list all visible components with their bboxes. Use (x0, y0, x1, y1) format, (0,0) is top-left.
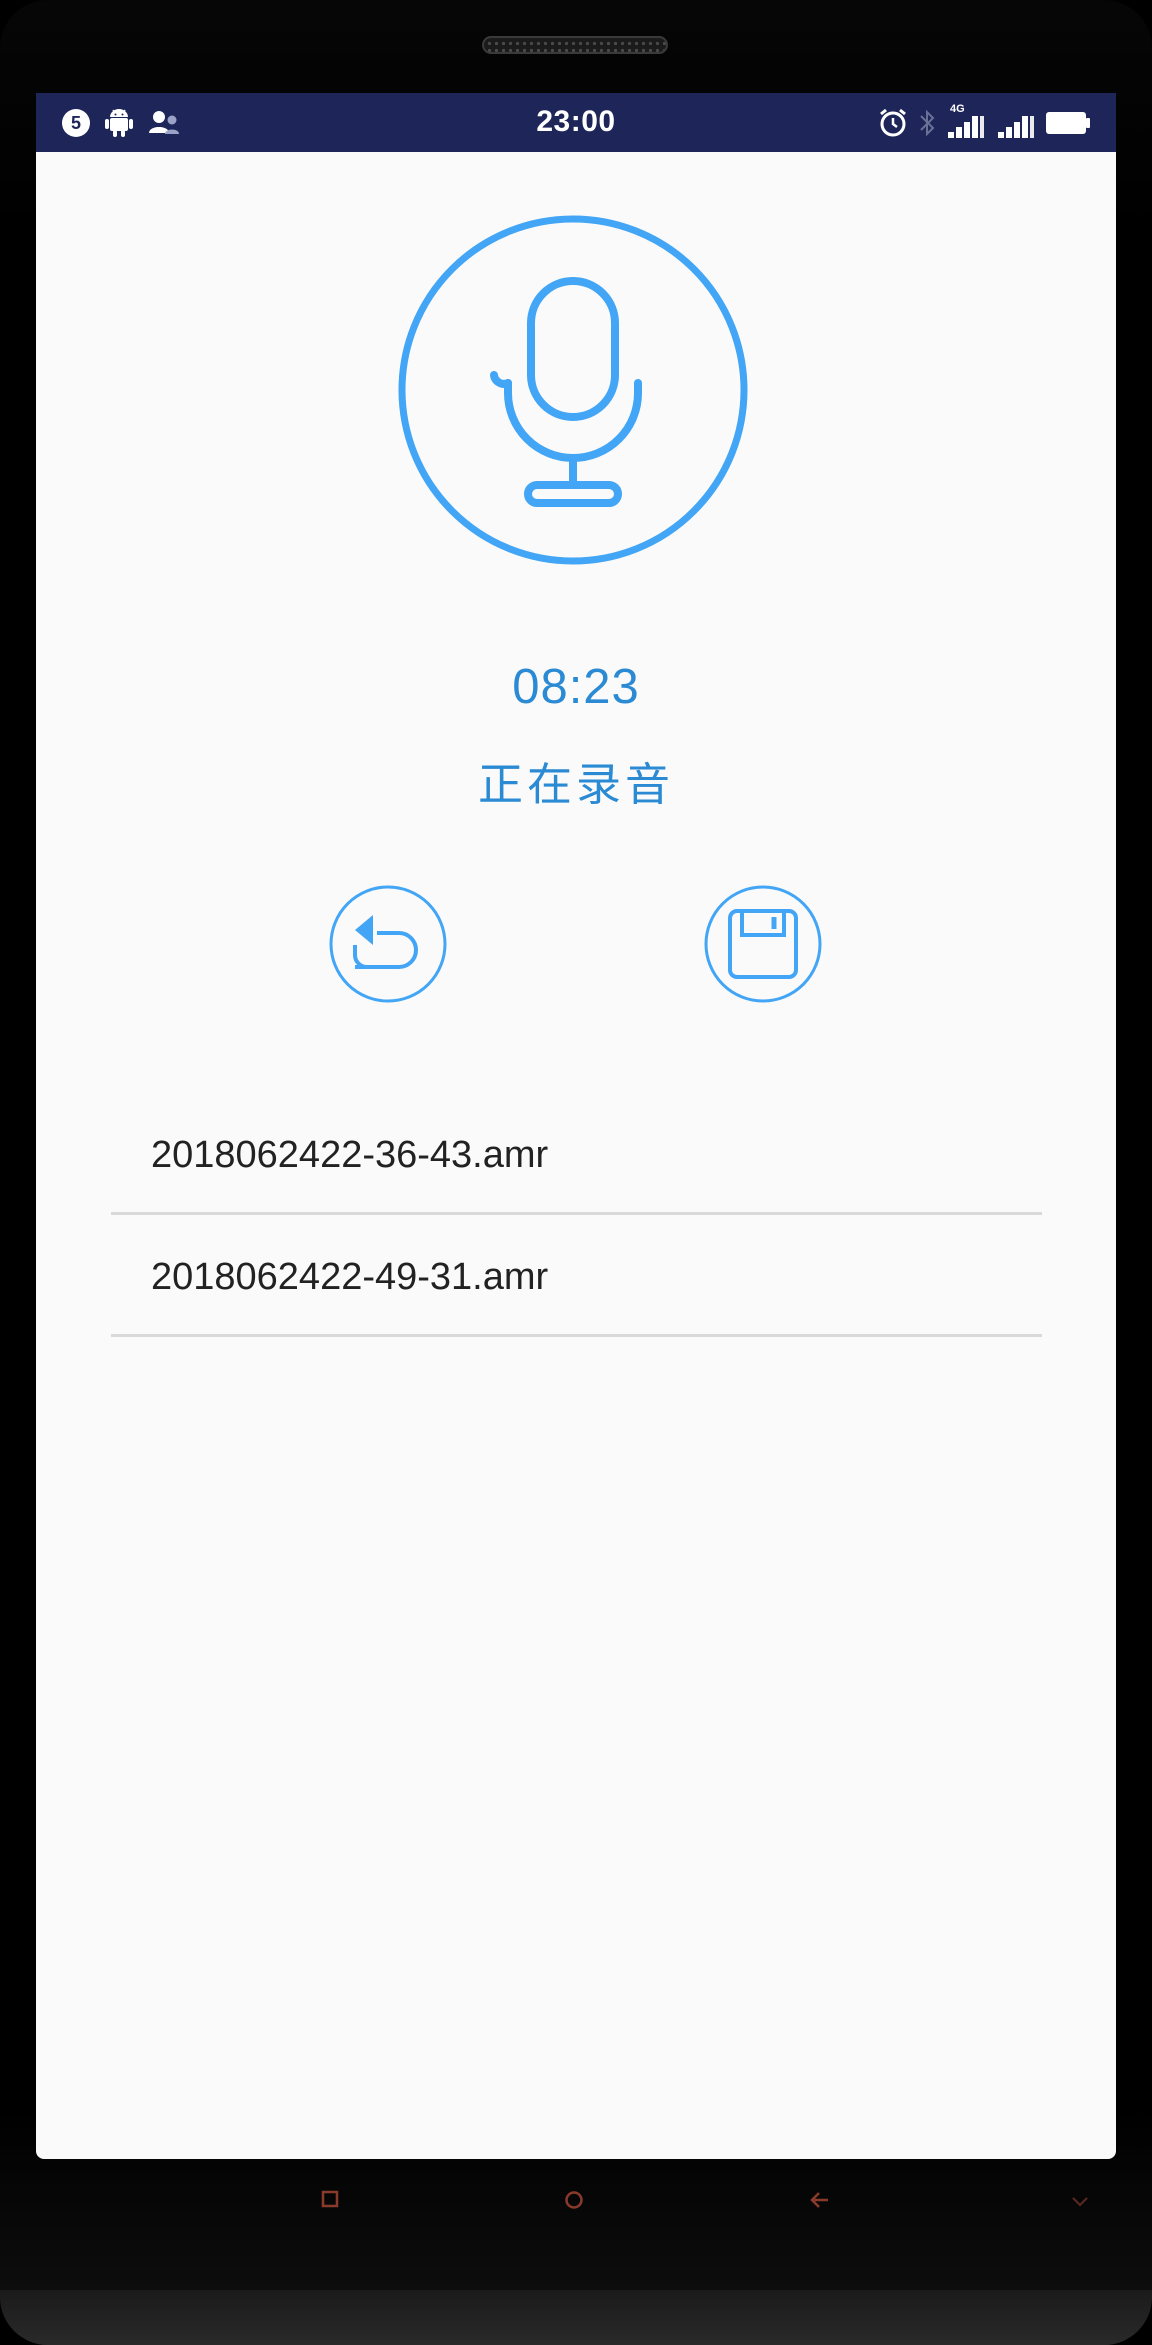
phone-frame: 5 23:00 4G 08:23 正在录音 2018062422-36-43.a… (0, 0, 1152, 2345)
bluetooth-icon (920, 109, 935, 137)
earpiece-speaker (482, 36, 668, 54)
recent-apps-button[interactable] (321, 2190, 339, 2208)
floppy-disk-icon (728, 909, 798, 979)
recordings-list: 2018062422-36-43.amr 2018062422-49-31.am… (111, 1093, 1042, 1337)
signal-bars-secondary-icon (998, 116, 1034, 138)
file-name: 2018062422-36-43.amr (151, 1134, 549, 1176)
cellular-signal-4g: 4G (946, 103, 986, 140)
list-item[interactable]: 2018062422-49-31.amr (111, 1215, 1042, 1337)
app-screen: 5 23:00 4G 08:23 正在录音 2018062422-36-43.a… (36, 93, 1116, 2159)
undo-icon (353, 915, 418, 969)
back-button[interactable] (329, 885, 447, 1003)
alarm-icon (880, 108, 906, 137)
recording-timer: 08:23 (512, 660, 640, 714)
battery-icon (1046, 112, 1090, 134)
microphone-record-button[interactable] (398, 215, 748, 565)
file-name: 2018062422-49-31.amr (151, 1256, 549, 1298)
save-button[interactable] (704, 885, 822, 1003)
list-item[interactable]: 2018062422-36-43.amr (111, 1093, 1042, 1215)
home-button[interactable] (564, 2190, 584, 2210)
microphone-icon (490, 277, 642, 507)
signal-bars-icon (948, 116, 984, 138)
chevron-down-icon[interactable] (1070, 2196, 1090, 2208)
status-bar: 5 23:00 4G (36, 93, 1116, 152)
back-nav-button[interactable] (808, 2190, 830, 2210)
phone-bottom-edge (0, 2290, 1152, 2345)
status-bar-right: 4G (878, 103, 1090, 141)
recording-status: 正在录音 (477, 759, 674, 810)
